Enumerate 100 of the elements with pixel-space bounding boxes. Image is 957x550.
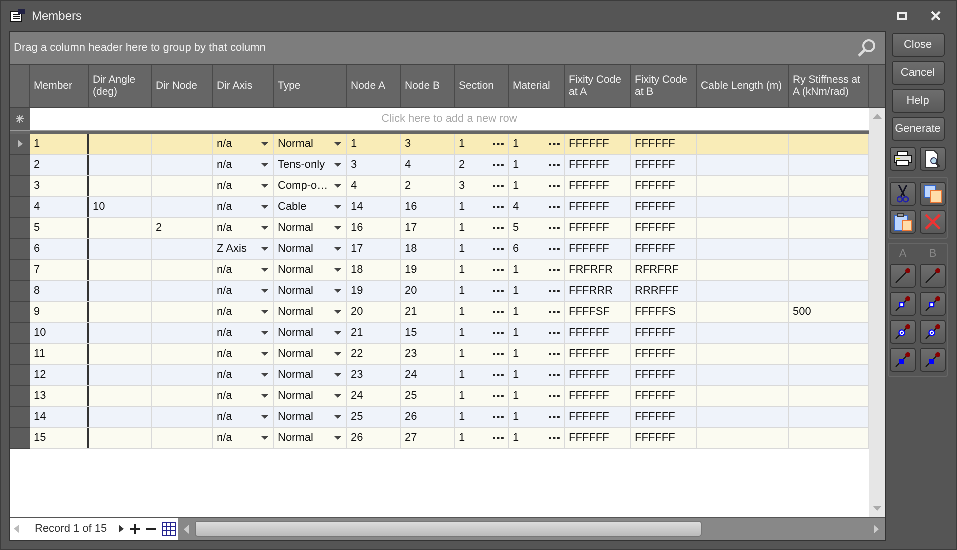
table-cell[interactable]: 1	[459, 138, 466, 150]
ellipsis-icon[interactable]	[493, 184, 504, 188]
dropdown-arrow-icon[interactable]	[334, 142, 342, 146]
dropdown-arrow-icon[interactable]	[334, 394, 342, 398]
ellipsis-icon[interactable]	[493, 310, 504, 314]
end-button[interactable]	[920, 292, 946, 316]
dropdown-arrow-icon[interactable]	[334, 289, 342, 293]
table-cell[interactable]: n/a	[217, 327, 232, 339]
next-record-icon[interactable]	[119, 525, 124, 533]
table-cell[interactable]: 1	[459, 201, 466, 213]
dropdown-arrow-icon[interactable]	[261, 394, 269, 398]
dialog-button[interactable]: Generate	[892, 117, 944, 141]
column-header[interactable]: Ry Stiffness at A (kNm/rad)	[789, 65, 869, 107]
ellipsis-icon[interactable]	[549, 352, 560, 356]
table-cell[interactable]: Comp-o…	[278, 180, 328, 192]
ellipsis-icon[interactable]	[549, 394, 560, 398]
table-cell[interactable]: Normal	[278, 432, 314, 444]
tool-button[interactable]	[920, 147, 946, 171]
ellipsis-icon[interactable]	[493, 290, 504, 292]
column-header[interactable]: Dir Angle (deg)	[89, 65, 152, 107]
column-header[interactable]: Node B	[401, 65, 455, 107]
table-cell[interactable]: 1	[459, 243, 466, 255]
table-cell[interactable]: 1	[459, 432, 466, 444]
ellipsis-icon[interactable]	[549, 310, 560, 314]
table-cell[interactable]: 6	[513, 243, 520, 255]
ellipsis-icon[interactable]	[493, 248, 504, 250]
dropdown-arrow-icon[interactable]	[261, 163, 269, 167]
tool-button[interactable]	[890, 210, 916, 234]
ellipsis-icon[interactable]	[493, 268, 504, 272]
dropdown-arrow-icon[interactable]	[261, 415, 269, 419]
table-cell[interactable]: 2	[459, 159, 466, 171]
column-header[interactable]: Dir Node	[152, 65, 213, 107]
end-button[interactable]	[890, 320, 916, 344]
horizontal-scrollbar[interactable]	[178, 518, 885, 540]
table-cell[interactable]: n/a	[217, 159, 232, 171]
table-cell[interactable]: 1	[459, 285, 466, 297]
ellipsis-icon[interactable]	[549, 184, 560, 188]
table-cell[interactable]: Normal	[278, 390, 314, 402]
restore-icon[interactable]	[897, 12, 907, 20]
table-cell[interactable]: 1	[513, 285, 520, 297]
grid-icon[interactable]	[162, 522, 176, 536]
dropdown-arrow-icon[interactable]	[261, 331, 269, 335]
table-cell[interactable]: 1	[513, 138, 520, 150]
column-header[interactable]: Type	[274, 65, 347, 107]
end-button[interactable]	[890, 348, 916, 372]
table-cell[interactable]: Z Axis	[217, 243, 247, 255]
ellipsis-icon[interactable]	[493, 394, 504, 398]
table-cell[interactable]: Normal	[278, 369, 314, 381]
end-button[interactable]	[920, 320, 946, 344]
ellipsis-icon[interactable]	[549, 290, 560, 292]
ellipsis-icon[interactable]	[549, 164, 560, 166]
row-indicator[interactable]	[10, 134, 30, 155]
dropdown-arrow-icon[interactable]	[261, 289, 269, 293]
table-cell[interactable]: n/a	[217, 369, 232, 381]
table-cell[interactable]: Normal	[278, 264, 314, 276]
table-cell[interactable]: 1	[459, 369, 466, 381]
table-cell[interactable]: Normal	[278, 222, 314, 234]
ellipsis-icon[interactable]	[549, 416, 560, 418]
table-cell[interactable]: 1	[459, 348, 466, 360]
table-cell[interactable]: n/a	[217, 411, 232, 423]
table-cell[interactable]: 1	[513, 411, 520, 423]
table-cell[interactable]: Tens-only	[278, 159, 326, 171]
ellipsis-icon[interactable]	[493, 226, 504, 230]
ellipsis-icon[interactable]	[549, 206, 560, 208]
table-cell[interactable]: 1	[459, 264, 466, 276]
table-cell[interactable]: 1	[513, 432, 520, 444]
table-cell[interactable]: 1	[513, 390, 520, 402]
ellipsis-icon[interactable]	[493, 332, 504, 334]
dropdown-arrow-icon[interactable]	[334, 226, 342, 230]
table-cell[interactable]: 1	[513, 159, 520, 171]
column-header[interactable]: Section	[455, 65, 509, 107]
dropdown-arrow-icon[interactable]	[334, 268, 342, 272]
table-cell[interactable]: n/a	[217, 432, 232, 444]
dropdown-arrow-icon[interactable]	[261, 310, 269, 314]
scroll-thumb[interactable]	[195, 521, 702, 537]
ellipsis-icon[interactable]	[549, 248, 560, 250]
ellipsis-icon[interactable]	[493, 142, 504, 146]
tool-button[interactable]	[890, 147, 916, 171]
table-cell[interactable]: n/a	[217, 348, 232, 360]
dropdown-arrow-icon[interactable]	[261, 205, 269, 209]
dialog-button[interactable]: Cancel	[892, 61, 944, 85]
table-cell[interactable]: n/a	[217, 390, 232, 402]
table-cell[interactable]: 3	[459, 180, 466, 192]
table-cell[interactable]: 1	[513, 264, 520, 276]
end-button[interactable]	[890, 264, 916, 288]
add-icon[interactable]	[130, 524, 140, 534]
table-cell[interactable]: 4	[513, 201, 520, 213]
table-cell[interactable]: 1	[513, 306, 520, 318]
ellipsis-icon[interactable]	[493, 352, 504, 356]
table-cell[interactable]: 1	[459, 390, 466, 402]
table-cell[interactable]: 1	[459, 327, 466, 339]
dialog-button[interactable]: Close	[892, 33, 944, 57]
dropdown-arrow-icon[interactable]	[261, 268, 269, 272]
table-cell[interactable]: 1	[459, 411, 466, 423]
table-cell[interactable]: Cable	[278, 201, 307, 213]
column-header[interactable]: Member	[30, 65, 89, 107]
column-header[interactable]: Fixity Code at A	[565, 65, 631, 107]
dropdown-arrow-icon[interactable]	[261, 142, 269, 146]
table-cell[interactable]: 1	[459, 306, 466, 318]
dropdown-arrow-icon[interactable]	[261, 247, 269, 251]
